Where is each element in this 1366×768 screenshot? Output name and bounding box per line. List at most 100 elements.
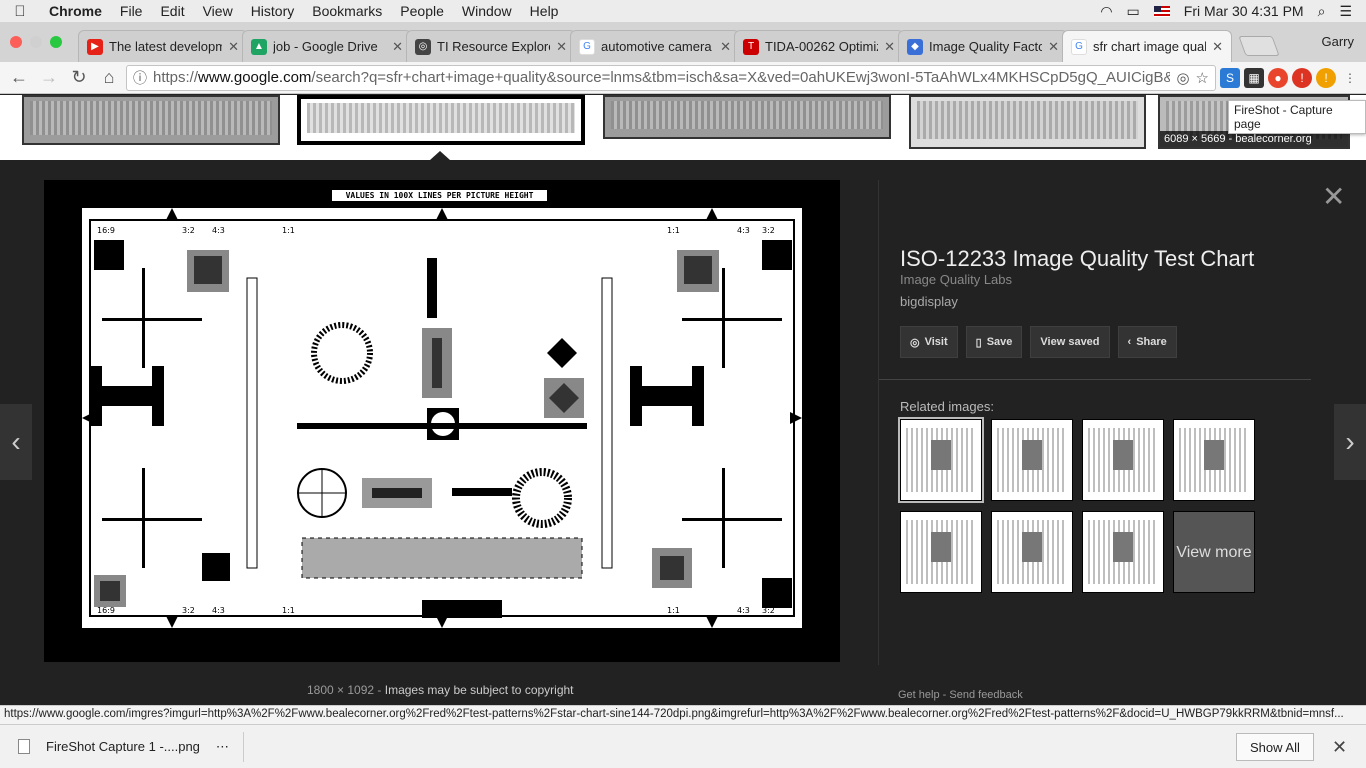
notification-extension-icon[interactable]: ! (1316, 67, 1336, 88)
drive-icon: ▲ (251, 38, 267, 55)
url-host: www.google.com (198, 69, 312, 86)
info-icon[interactable]: ⓘ (133, 68, 147, 88)
save-label: Save (986, 336, 1013, 348)
bookmark-star-icon[interactable]: ☆ (1196, 69, 1209, 87)
tab-sfr-chart[interactable]: Gsfr chart image quali ✕ (1062, 30, 1232, 62)
footer-separator: - (942, 689, 947, 701)
preview-image[interactable]: VALUES IN 100X LINES PER PICTURE HEIGHT (44, 180, 840, 662)
view-saved-button[interactable]: View saved (1030, 326, 1110, 358)
wifi-icon[interactable]: ◠ (1100, 3, 1112, 20)
image-dimensions: 1800 × 1092 (307, 683, 375, 697)
back-icon[interactable]: ← (6, 65, 32, 91)
related-image-thumbnail[interactable] (1082, 419, 1164, 501)
close-tab-icon[interactable]: ✕ (228, 39, 239, 55)
result-thumbnail[interactable] (603, 95, 891, 139)
image-source-domain: bigdisplay (900, 294, 958, 309)
close-tab-icon[interactable]: ✕ (392, 39, 403, 55)
tab-drive[interactable]: ▲ job - Google Drive ✕ (242, 30, 412, 62)
menu-help[interactable]: Help (521, 3, 568, 19)
globe-icon: ◎ (910, 336, 920, 349)
battery-icon[interactable]: ▭ (1127, 3, 1140, 20)
clock[interactable]: Fri Mar 30 4:31 PM (1184, 3, 1304, 19)
apple-icon[interactable]:  (0, 3, 40, 20)
menu-bookmarks[interactable]: Bookmarks (303, 3, 391, 19)
new-tab-button[interactable] (1238, 36, 1280, 56)
close-window-button[interactable] (10, 36, 22, 48)
visit-button[interactable]: ◎ Visit (900, 326, 958, 358)
more-options-icon[interactable]: ⋯ (216, 739, 229, 755)
close-preview-icon[interactable]: ✕ (1322, 180, 1345, 213)
close-tab-icon[interactable]: ✕ (1048, 39, 1059, 55)
menu-view[interactable]: View (194, 3, 242, 19)
image-details-sidebar: ISO-12233 Image Quality Test Chart Image… (878, 180, 1311, 665)
search-icon[interactable]: ⌕ (1318, 3, 1326, 20)
menu-edit[interactable]: Edit (151, 3, 193, 19)
url-path: /search?q=sfr+chart+image+quality&source… (311, 69, 1171, 86)
location-icon[interactable]: ◎ (1176, 69, 1189, 87)
show-all-downloads-button[interactable]: Show All (1236, 733, 1314, 761)
svg-text:16:9: 16:9 (97, 606, 115, 615)
result-thumbnail[interactable] (909, 95, 1146, 149)
close-tab-icon[interactable]: ✕ (720, 39, 731, 55)
flag-icon[interactable] (1153, 5, 1170, 17)
tab-youtube[interactable]: ▶ The latest developm ✕ (78, 30, 248, 62)
related-image-thumbnail[interactable] (1173, 419, 1255, 501)
image-source-site[interactable]: Image Quality Labs (900, 272, 1012, 287)
zoom-window-button[interactable] (50, 36, 62, 48)
preview-footer: Get help - Send feedback (898, 689, 1023, 701)
fireshot-tooltip: FireShot - Capture page (1228, 100, 1366, 134)
chart-header-label: VALUES IN 100X LINES PER PICTURE HEIGHT (332, 190, 547, 201)
svg-text:1:1: 1:1 (667, 226, 680, 235)
tab-label: The latest developm (109, 39, 223, 54)
menu-people[interactable]: People (391, 3, 453, 19)
menu-file[interactable]: File (111, 3, 152, 19)
save-button[interactable]: ▯ Save (965, 326, 1023, 358)
download-item[interactable]: FireShot Capture 1 -....png ⋯ (18, 731, 244, 762)
close-tab-icon[interactable]: ✕ (1212, 39, 1223, 55)
chrome-menu-icon[interactable]: ⋮ (1340, 68, 1360, 88)
adblock-extension-icon[interactable]: ● (1268, 67, 1288, 88)
share-button[interactable]: ‹ Share (1117, 326, 1177, 358)
app-menu[interactable]: Chrome (40, 3, 111, 19)
send-feedback-link[interactable]: Send feedback (949, 689, 1022, 701)
previous-image-button[interactable]: ‹ (0, 404, 32, 480)
close-tab-icon[interactable]: ✕ (556, 39, 567, 55)
cold-turkey-extension-icon[interactable]: ! (1292, 67, 1312, 88)
close-downloads-icon[interactable]: ✕ (1332, 737, 1347, 758)
tab-automotive[interactable]: Gautomotive camera t ✕ (570, 30, 740, 62)
reload-icon[interactable]: ↻ (66, 65, 92, 91)
image-title[interactable]: ISO-12233 Image Quality Test Chart (900, 246, 1254, 272)
qr-code-extension-icon[interactable]: ▦ (1244, 67, 1264, 88)
related-image-thumbnail[interactable] (900, 511, 982, 593)
menu-bar:  Chrome File Edit View History Bookmark… (0, 0, 1366, 22)
view-more-button[interactable]: View more (1173, 511, 1255, 593)
fireshot-extension-icon[interactable]: S (1220, 67, 1240, 88)
svg-text:3:2: 3:2 (182, 226, 195, 235)
iso-12233-chart: VALUES IN 100X LINES PER PICTURE HEIGHT (82, 190, 802, 628)
tab-ti-resource[interactable]: ◎ TI Resource Explorer ✕ (406, 30, 576, 62)
address-bar[interactable]: ⓘ https://www.google.com/search?q=sfr+ch… (126, 64, 1216, 91)
result-thumbnail-selected[interactable] (297, 95, 585, 145)
tab-label: job - Google Drive (273, 39, 378, 54)
next-image-button[interactable]: › (1334, 404, 1366, 480)
notification-center-icon[interactable]: ☰ (1339, 3, 1352, 20)
forward-icon[interactable]: → (36, 65, 62, 91)
result-thumbnail[interactable] (22, 95, 280, 145)
related-image-thumbnail[interactable] (1082, 511, 1164, 593)
related-image-thumbnail[interactable] (991, 419, 1073, 501)
related-image-thumbnail[interactable] (991, 511, 1073, 593)
profile-button[interactable]: Garry (1322, 34, 1355, 49)
svg-text:4:3: 4:3 (212, 606, 225, 615)
tab-image-quality[interactable]: ◆ Image Quality Factor ✕ (898, 30, 1068, 62)
menu-history[interactable]: History (242, 3, 304, 19)
related-image-thumbnail[interactable] (898, 417, 984, 503)
home-icon[interactable]: ⌂ (96, 65, 122, 91)
tab-label: TIDA-00262 Optimiz (765, 39, 879, 54)
share-label: Share (1136, 336, 1167, 348)
get-help-link[interactable]: Get help (898, 689, 940, 701)
menu-window[interactable]: Window (453, 3, 521, 19)
minimize-window-button[interactable] (30, 36, 42, 48)
tab-tida[interactable]: T TIDA-00262 Optimiz ✕ (734, 30, 904, 62)
tab-label: automotive camera t (601, 39, 715, 54)
close-tab-icon[interactable]: ✕ (884, 39, 895, 55)
